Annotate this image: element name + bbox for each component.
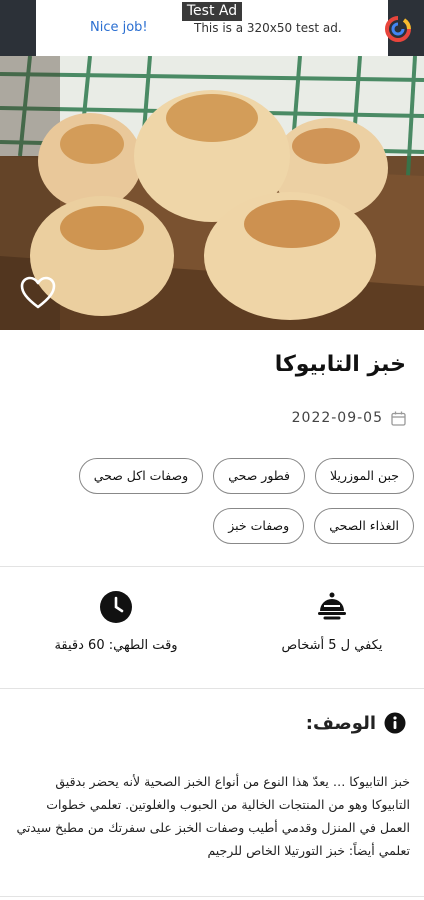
calendar-icon [391, 411, 406, 426]
description-text: خبز التابيوكا … يعدّ هذا النوع من أنواع … [16, 774, 410, 858]
description-heading-text: الوصف: [305, 712, 376, 734]
heart-outline-icon[interactable] [20, 276, 56, 310]
recipe-title: خبز التابيوكا [274, 352, 406, 377]
divider [0, 688, 424, 689]
recipe-date: 2022-09-05 [291, 410, 383, 426]
cook-time-text: وقت الطهي: 60 دقيقة [54, 638, 178, 653]
cook-time-info: وقت الطهي: 60 دقيقة [46, 590, 186, 653]
ad-nice-job[interactable]: Nice job! [90, 20, 148, 35]
servings-text: يكفي ل 5 أشخاص [281, 638, 383, 653]
recipe-hero-image [0, 56, 424, 330]
info-icon [384, 712, 406, 734]
tag-chip[interactable]: جبن الموزريلا [315, 458, 414, 494]
bread-photo [0, 56, 424, 330]
tag-chip[interactable]: وصفات خبز [213, 508, 305, 544]
tag-chip[interactable]: فطور صحي [213, 458, 306, 494]
ad-tag: Test Ad [182, 2, 242, 21]
clock-icon [100, 591, 132, 623]
recipe-date-row: 2022-09-05 [292, 410, 406, 426]
divider [0, 566, 424, 567]
ad-logo-icon[interactable] [384, 15, 412, 43]
description-heading: الوصف: [306, 712, 406, 734]
tag-chip[interactable]: وصفات اكل صحي [78, 458, 204, 494]
servings-info: يكفي ل 5 أشخاص [262, 590, 402, 653]
tag-chip[interactable]: الغذاء الصحي [314, 508, 414, 544]
recipe-tags: جبن الموزريلا فطور صحي وصفات اكل صحي الغ… [78, 458, 414, 544]
divider [0, 896, 424, 897]
ad-text: This is a 320x50 test ad. [194, 21, 342, 35]
ad-banner: Nice job! This is a 320x50 test ad. Test… [0, 0, 424, 56]
serving-dish-icon [318, 592, 346, 620]
